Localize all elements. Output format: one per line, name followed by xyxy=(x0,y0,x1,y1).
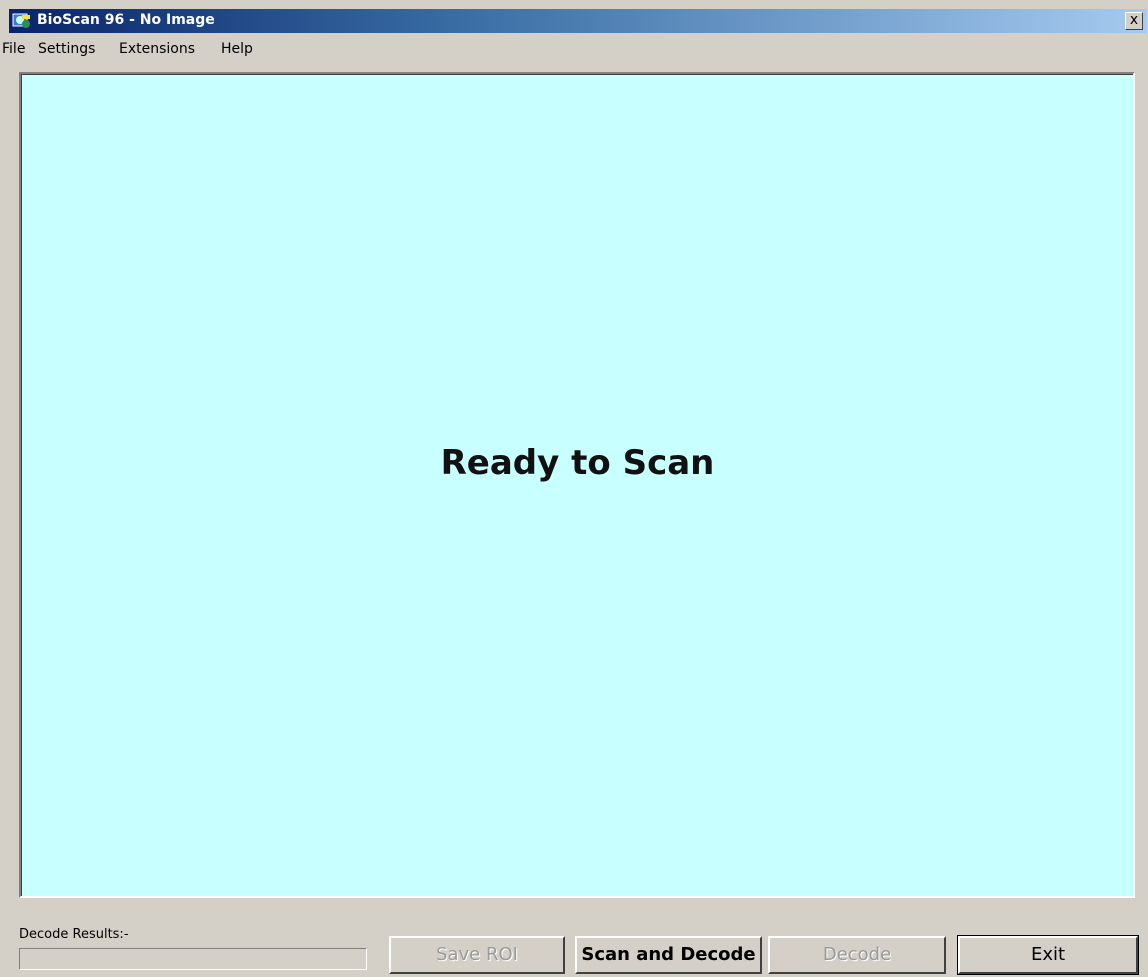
window-title: BioScan 96 - No Image xyxy=(37,12,215,28)
exit-button[interactable]: Exit xyxy=(957,935,1139,975)
status-message: Ready to Scan xyxy=(440,443,715,483)
title-bar[interactable]: BioScan 96 - No Image x xyxy=(9,9,1147,33)
menu-help[interactable]: Help xyxy=(221,41,253,57)
menu-extensions[interactable]: Extensions xyxy=(119,41,195,57)
menu-bar: File Settings Extensions Help xyxy=(0,36,1148,62)
decode-button[interactable]: Decode xyxy=(768,936,946,974)
menu-file[interactable]: File xyxy=(2,41,25,57)
scan-display-frame: Ready to Scan xyxy=(19,72,1135,898)
decode-results-field xyxy=(19,948,367,970)
scan-display-area[interactable]: Ready to Scan xyxy=(21,74,1133,896)
decode-results-label: Decode Results:- xyxy=(19,927,129,942)
menu-settings[interactable]: Settings xyxy=(38,41,95,57)
bioscan-window: BioScan 96 - No Image x File Settings Ex… xyxy=(0,0,1148,977)
save-roi-button[interactable]: Save ROI xyxy=(389,936,565,974)
scan-and-decode-button[interactable]: Scan and Decode xyxy=(575,936,762,974)
close-icon[interactable]: x xyxy=(1125,12,1143,30)
bioscan-app-icon[interactable] xyxy=(12,12,32,30)
